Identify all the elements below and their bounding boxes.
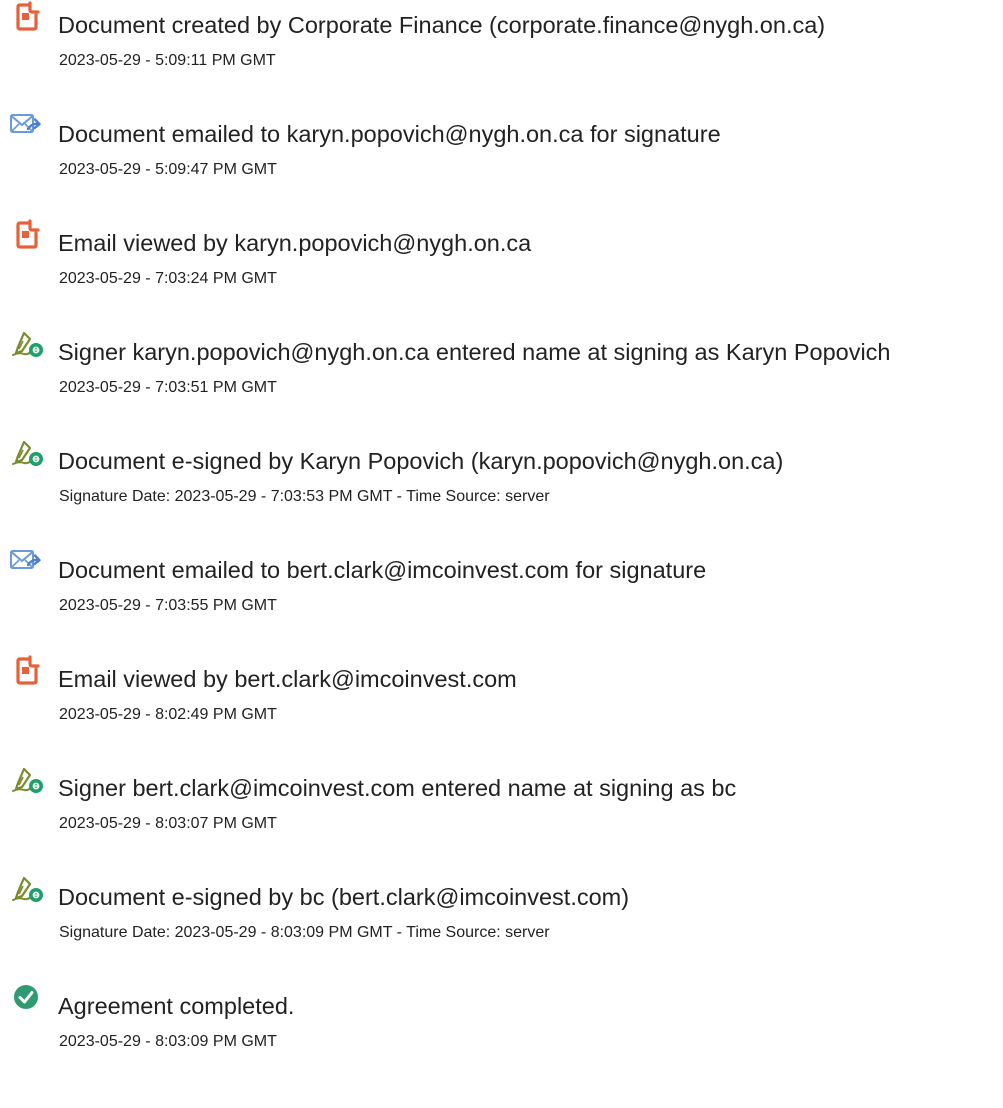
event-description: Agreement completed. <box>58 993 295 1019</box>
event-description: Email viewed by karyn.popovich@nygh.on.c… <box>58 230 532 256</box>
audit-event: Document e-signed by bc (bert.clark@imco… <box>10 872 1003 981</box>
audit-event: Document e-signed by Karyn Popovich (kar… <box>10 436 1003 545</box>
audit-history-log: Document created by Corporate Finance (c… <box>0 0 1003 1090</box>
email-sent-icon <box>10 545 48 577</box>
audit-event: Document emailed to karyn.popovich@nygh.… <box>10 109 1003 218</box>
event-timestamp: 2023-05-29 - 8:02:49 PM GMT <box>59 706 277 723</box>
audit-event: Signer karyn.popovich@nygh.on.ca entered… <box>10 327 1003 436</box>
event-timestamp: Signature Date: 2023-05-29 - 8:03:09 PM … <box>59 924 550 941</box>
event-description: Document emailed to bert.clark@imcoinves… <box>58 557 707 583</box>
event-description: Document emailed to karyn.popovich@nygh.… <box>58 121 721 147</box>
event-timestamp: 2023-05-29 - 5:09:11 PM GMT <box>59 52 276 69</box>
event-description: Document e-signed by bc (bert.clark@imco… <box>58 884 630 910</box>
document-icon <box>10 0 48 32</box>
e-sign-icon <box>10 872 48 904</box>
event-timestamp: Signature Date: 2023-05-29 - 7:03:53 PM … <box>59 488 550 505</box>
email-sent-icon <box>10 109 48 141</box>
document-icon <box>10 218 48 250</box>
event-timestamp: 2023-05-29 - 7:03:24 PM GMT <box>59 270 277 287</box>
audit-event: Email viewed by bert.clark@imcoinvest.co… <box>10 654 1003 763</box>
audit-event: Agreement completed. 2023-05-29 - 8:03:09… <box>10 981 1003 1090</box>
document-icon <box>10 654 48 686</box>
audit-event: Document created by Corporate Finance (c… <box>10 0 1003 109</box>
event-timestamp: 2023-05-29 - 7:03:51 PM GMT <box>59 379 277 396</box>
event-description: Signer bert.clark@imcoinvest.com entered… <box>58 775 737 801</box>
event-description: Signer karyn.popovich@nygh.on.ca entered… <box>58 339 891 365</box>
e-sign-icon <box>10 436 48 468</box>
e-sign-icon <box>10 327 48 359</box>
event-description: Email viewed by bert.clark@imcoinvest.co… <box>58 666 517 692</box>
check-circle-icon <box>10 981 48 1013</box>
e-sign-icon <box>10 763 48 795</box>
event-timestamp: 2023-05-29 - 7:03:55 PM GMT <box>59 597 277 614</box>
event-timestamp: 2023-05-29 - 8:03:07 PM GMT <box>59 815 277 832</box>
event-timestamp: 2023-05-29 - 5:09:47 PM GMT <box>59 161 277 178</box>
audit-event: Signer bert.clark@imcoinvest.com entered… <box>10 763 1003 872</box>
event-description: Document e-signed by Karyn Popovich (kar… <box>58 448 784 474</box>
event-description: Document created by Corporate Finance (c… <box>58 12 826 38</box>
event-timestamp: 2023-05-29 - 8:03:09 PM GMT <box>59 1033 277 1050</box>
audit-event: Document emailed to bert.clark@imcoinves… <box>10 545 1003 654</box>
audit-event: Email viewed by karyn.popovich@nygh.on.c… <box>10 218 1003 327</box>
